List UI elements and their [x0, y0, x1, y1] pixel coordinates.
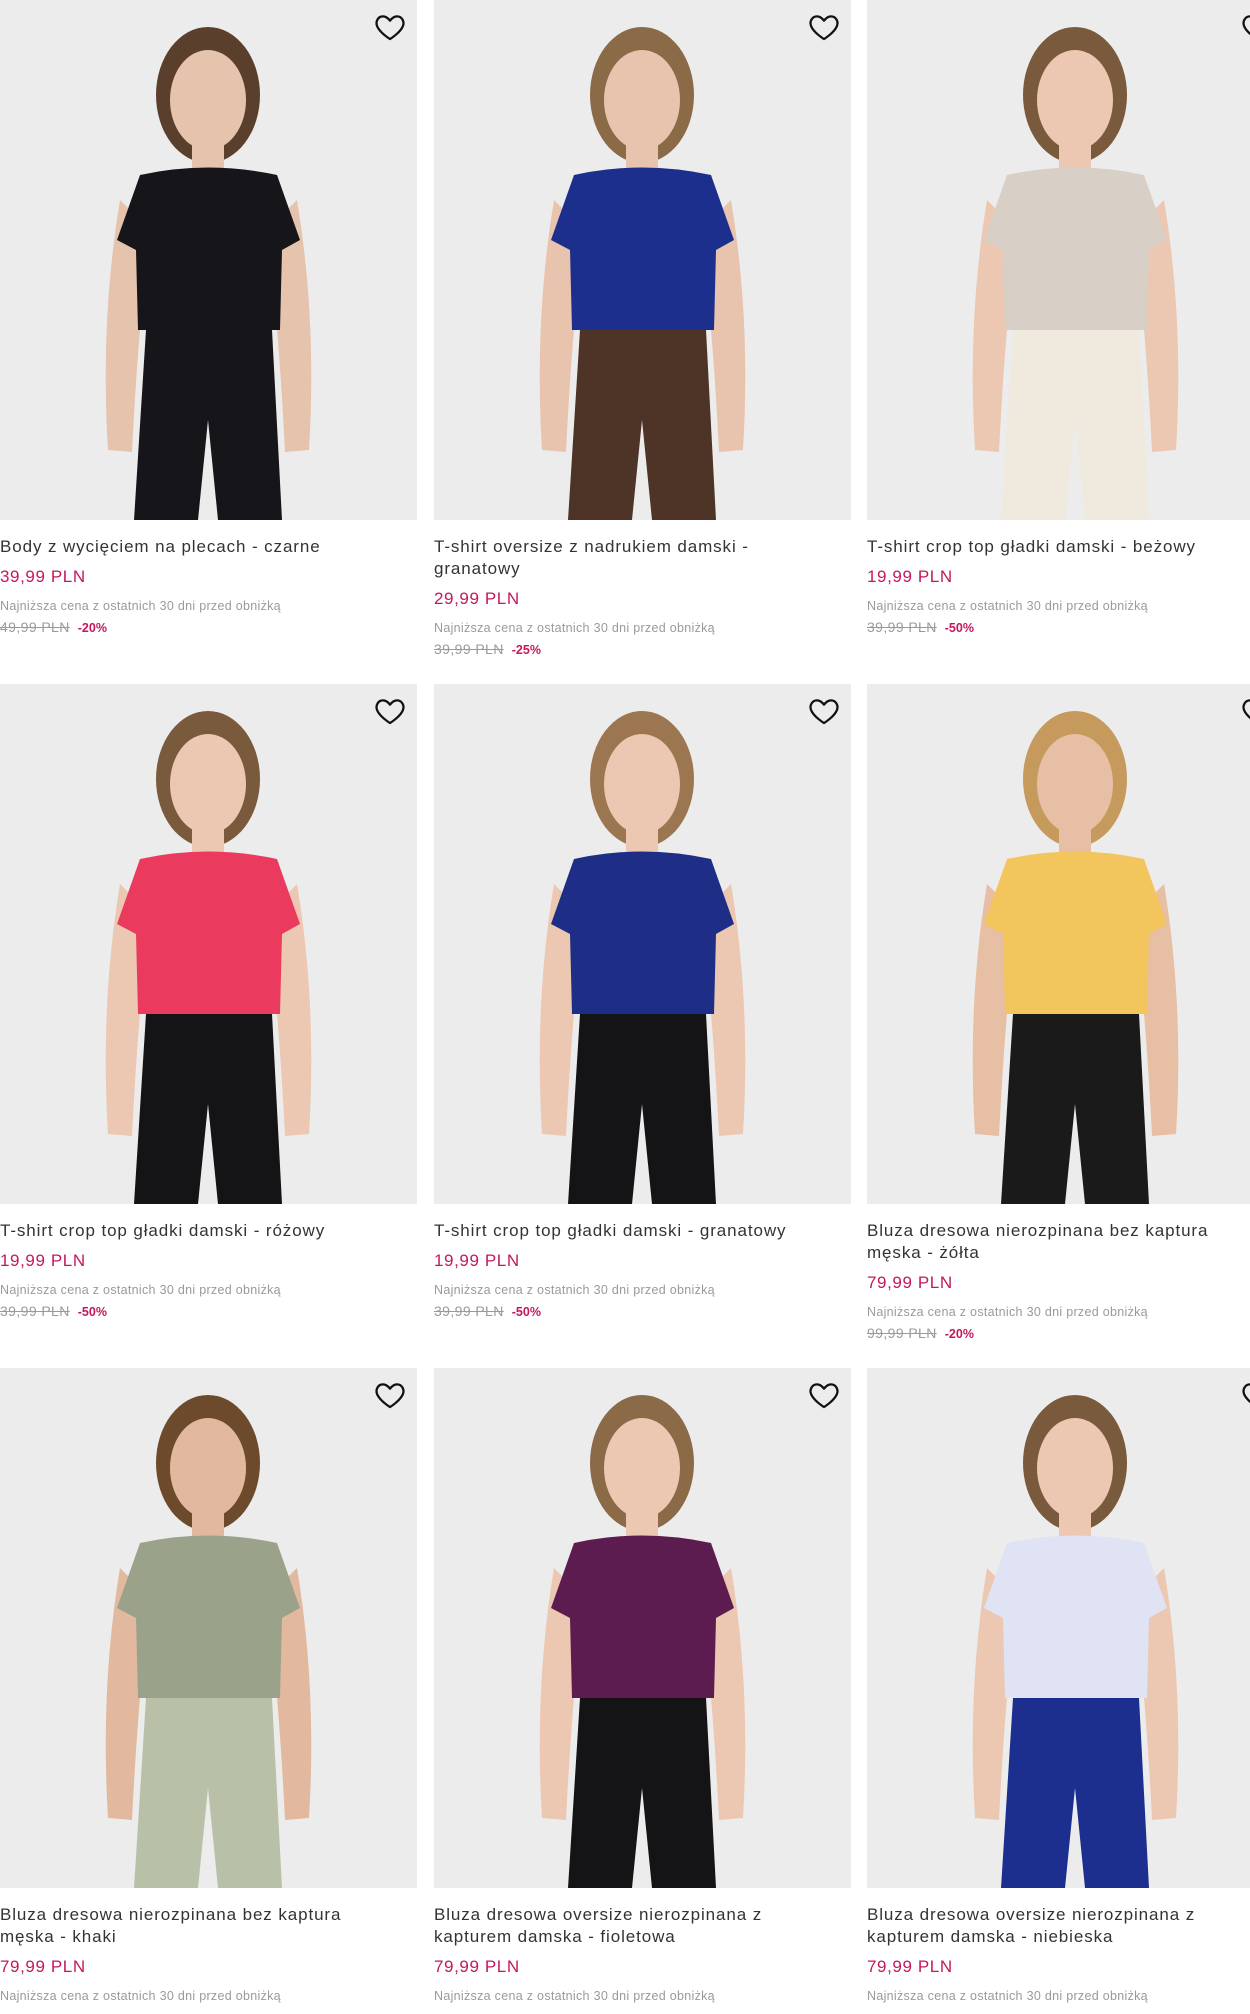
product-photo: [0, 0, 417, 520]
product-price: 19,99 PLN: [0, 1251, 86, 1270]
wishlist-heart-icon[interactable]: [1240, 10, 1250, 44]
product-name[interactable]: Bluza dresowa nierozpinana bez kaptura m…: [867, 1220, 1250, 1264]
discount-badge: -20%: [77, 621, 107, 635]
product-price: 19,99 PLN: [867, 567, 953, 586]
old-price-row: 39,99 PLN -50%: [0, 1303, 417, 1320]
product-name[interactable]: Body z wycięciem na plecach - czarne: [0, 536, 417, 558]
wishlist-heart-icon[interactable]: [1240, 694, 1250, 728]
product-name[interactable]: Bluza dresowa oversize nierozpinana z ka…: [867, 1904, 1250, 1948]
product-name[interactable]: T-shirt crop top gładki damski - granato…: [434, 1220, 851, 1242]
product-price: 79,99 PLN: [434, 1957, 520, 1976]
discount-badge: -50%: [77, 1305, 107, 1319]
discount-badge: -25%: [511, 643, 541, 657]
product-image[interactable]: [0, 0, 417, 520]
product-image[interactable]: [434, 1368, 851, 1888]
product-image[interactable]: [434, 684, 851, 1204]
old-price-row: 39,99 PLN -50%: [434, 1303, 851, 1320]
product-price: 29,99 PLN: [434, 589, 520, 608]
lowest-price-label: Najniższa cena z ostatnich 30 dni przed …: [867, 1989, 1148, 2003]
wishlist-heart-icon[interactable]: [807, 10, 841, 44]
lowest-price-label: Najniższa cena z ostatnich 30 dni przed …: [0, 599, 281, 613]
product-photo: [434, 684, 851, 1204]
product-card[interactable]: Bluza dresowa nierozpinana bez kaptura m…: [867, 684, 1250, 1342]
product-card[interactable]: T-shirt crop top gładki damski - różowy …: [0, 684, 417, 1320]
old-price: 49,99 PLN: [0, 619, 70, 635]
product-card[interactable]: T-shirt oversize z nadrukiem damski - gr…: [434, 0, 851, 658]
product-image[interactable]: [867, 0, 1250, 520]
discount-badge: -20%: [944, 1327, 974, 1341]
product-price: 79,99 PLN: [0, 1957, 86, 1976]
wishlist-heart-icon[interactable]: [373, 694, 407, 728]
product-image[interactable]: [867, 1368, 1250, 1888]
product-image[interactable]: [434, 0, 851, 520]
old-price-row: 39,99 PLN -25%: [434, 641, 851, 658]
product-card[interactable]: T-shirt crop top gładki damski - beżowy …: [867, 0, 1250, 636]
product-price: 39,99 PLN: [0, 567, 86, 586]
lowest-price-label: Najniższa cena z ostatnich 30 dni przed …: [434, 1283, 715, 1297]
lowest-price-label: Najniższa cena z ostatnich 30 dni przed …: [867, 1305, 1148, 1319]
product-card[interactable]: Bluza dresowa oversize nierozpinana z ka…: [434, 1368, 851, 2004]
old-price: 39,99 PLN: [867, 619, 937, 635]
product-name[interactable]: T-shirt crop top gładki damski - beżowy: [867, 536, 1250, 558]
old-price: 39,99 PLN: [434, 641, 504, 657]
product-photo: [434, 1368, 851, 1888]
product-photo: [0, 684, 417, 1204]
wishlist-heart-icon[interactable]: [373, 1378, 407, 1412]
product-name[interactable]: Bluza dresowa oversize nierozpinana z ka…: [434, 1904, 851, 1948]
product-price: 79,99 PLN: [867, 1957, 953, 1976]
product-card[interactable]: Body z wycięciem na plecach - czarne 39,…: [0, 0, 417, 636]
wishlist-heart-icon[interactable]: [1240, 1378, 1250, 1412]
old-price: 39,99 PLN: [434, 1303, 504, 1319]
old-price-row: 49,99 PLN -20%: [0, 619, 417, 636]
lowest-price-label: Najniższa cena z ostatnich 30 dni przed …: [867, 599, 1148, 613]
product-photo: [434, 0, 851, 520]
wishlist-heart-icon[interactable]: [373, 10, 407, 44]
product-name[interactable]: T-shirt crop top gładki damski - różowy: [0, 1220, 417, 1242]
product-photo: [867, 0, 1250, 520]
old-price-row: 39,99 PLN -50%: [867, 619, 1250, 636]
discount-badge: -50%: [944, 621, 974, 635]
wishlist-heart-icon[interactable]: [807, 694, 841, 728]
product-photo: [867, 684, 1250, 1204]
lowest-price-label: Najniższa cena z ostatnich 30 dni przed …: [434, 621, 715, 635]
product-price: 79,99 PLN: [867, 1273, 953, 1292]
lowest-price-label: Najniższa cena z ostatnich 30 dni przed …: [0, 1989, 281, 2003]
old-price: 39,99 PLN: [0, 1303, 70, 1319]
old-price: 99,99 PLN: [867, 1325, 937, 1341]
product-image[interactable]: [0, 1368, 417, 1888]
product-name[interactable]: T-shirt oversize z nadrukiem damski - gr…: [434, 536, 851, 580]
product-name[interactable]: Bluza dresowa nierozpinana bez kaptura m…: [0, 1904, 417, 1948]
product-price: 19,99 PLN: [434, 1251, 520, 1270]
lowest-price-label: Najniższa cena z ostatnich 30 dni przed …: [434, 1989, 715, 2003]
product-card[interactable]: Bluza dresowa oversize nierozpinana z ka…: [867, 1368, 1250, 2004]
discount-badge: -50%: [511, 1305, 541, 1319]
product-photo: [867, 1368, 1250, 1888]
product-grid: Body z wycięciem na plecach - czarne 39,…: [0, 0, 1250, 2014]
lowest-price-label: Najniższa cena z ostatnich 30 dni przed …: [0, 1283, 281, 1297]
product-card[interactable]: T-shirt crop top gładki damski - granato…: [434, 684, 851, 1320]
product-image[interactable]: [0, 684, 417, 1204]
old-price-row: 99,99 PLN -20%: [867, 1325, 1250, 1342]
product-card[interactable]: Bluza dresowa nierozpinana bez kaptura m…: [0, 1368, 417, 2004]
product-photo: [0, 1368, 417, 1888]
product-image[interactable]: [867, 684, 1250, 1204]
wishlist-heart-icon[interactable]: [807, 1378, 841, 1412]
